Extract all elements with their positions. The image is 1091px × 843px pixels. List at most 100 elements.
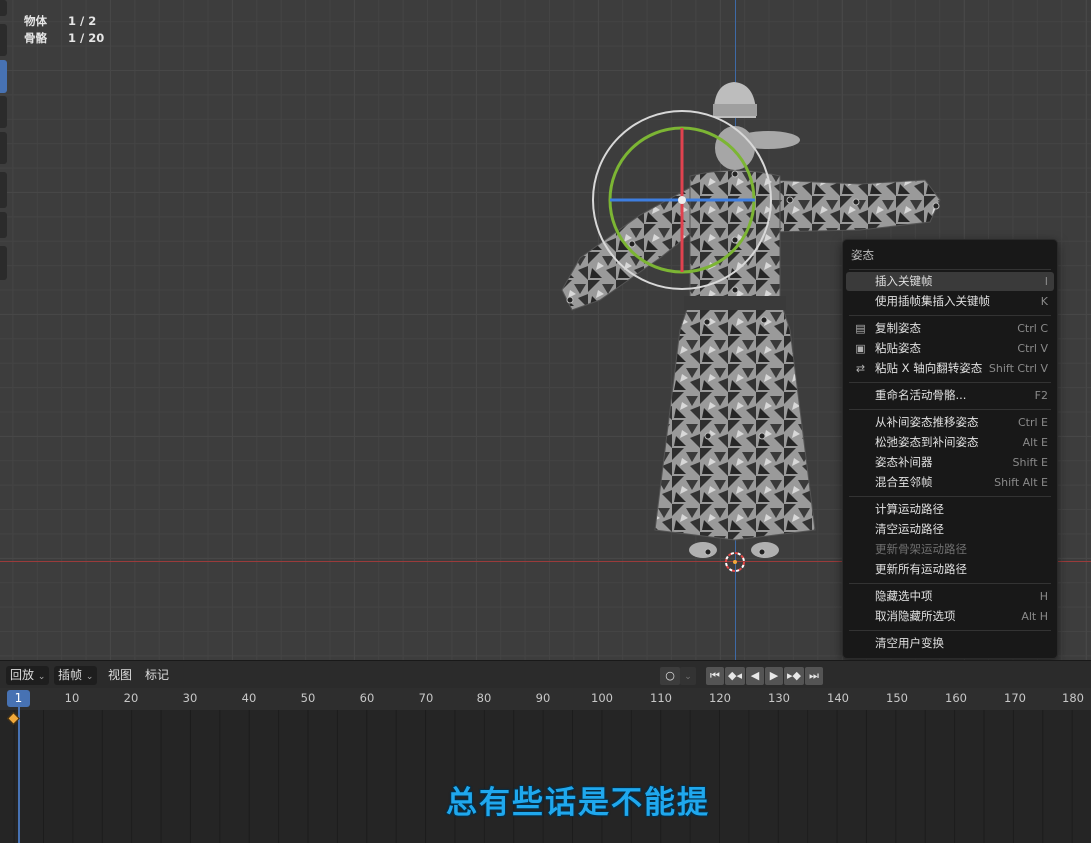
jump-next-keyframe-button[interactable]: ▸◆ bbox=[784, 667, 804, 685]
frame-tick: 50 bbox=[300, 691, 316, 705]
frame-tick: 160 bbox=[945, 691, 967, 705]
frame-tick: 90 bbox=[535, 691, 551, 705]
frame-tick: 140 bbox=[827, 691, 849, 705]
menu-item-label: 粘贴 X 轴向翻转姿态 bbox=[875, 361, 983, 375]
frame-tick: 80 bbox=[476, 691, 492, 705]
menu-item-shortcut: Ctrl E bbox=[1017, 416, 1048, 429]
menu-item-label: 混合至邻帧 bbox=[875, 475, 933, 489]
menu-item-label: 更新所有运动路径 bbox=[875, 562, 967, 576]
menu-separator bbox=[849, 315, 1051, 316]
playback-dropdown[interactable]: 回放 ⌄ bbox=[6, 666, 50, 685]
play-reverse-icon: ◀ bbox=[750, 669, 760, 682]
playback-label: 回放 bbox=[10, 668, 35, 682]
chevron-down-icon: ⌄ bbox=[85, 672, 94, 682]
menu-item-shortcut: Shift Ctrl V bbox=[988, 362, 1048, 375]
menu-item-label: 姿态补间器 bbox=[875, 455, 933, 469]
play-button[interactable]: ▶ bbox=[765, 667, 783, 685]
menu-item-relax-pose[interactable]: 松弛姿态到补间姿态 Alt E bbox=[846, 433, 1054, 452]
menu-item-unhide[interactable]: 取消隐藏所选项 Alt H bbox=[846, 607, 1054, 626]
menu-item-label: 使用插帧集插入关键帧 bbox=[875, 294, 990, 308]
menu-item-shortcut: I bbox=[1044, 275, 1048, 288]
menu-item-blend-neighbour[interactable]: 混合至邻帧 Shift Alt E bbox=[846, 473, 1054, 492]
paste-pose-icon: ▣ bbox=[855, 342, 866, 355]
menu-item-label: 插入关键帧 bbox=[875, 274, 933, 288]
chevron-down-icon: ⌄ bbox=[37, 672, 46, 682]
menu-item-update-armature-paths: 更新骨架运动路径 bbox=[846, 540, 1054, 559]
frame-tick: 10 bbox=[64, 691, 80, 705]
frame-tick: 110 bbox=[650, 691, 672, 705]
prev-keyframe-icon: ◆◂ bbox=[728, 669, 742, 682]
frame-tick: 40 bbox=[241, 691, 257, 705]
current-frame-indicator[interactable]: 1 bbox=[7, 690, 30, 707]
record-icon: ○ bbox=[665, 669, 675, 682]
menu-item-paste-flipped-pose[interactable]: ⇄ 粘贴 X 轴向翻转姿态 Shift Ctrl V bbox=[846, 359, 1054, 378]
menu-item-shortcut: Alt E bbox=[1022, 436, 1048, 449]
copy-pose-icon: ▤ bbox=[855, 322, 866, 335]
menu-item-label: 清空用户变换 bbox=[875, 636, 944, 650]
menu-item-label: 取消隐藏所选项 bbox=[875, 609, 956, 623]
menu-item-push-pose[interactable]: 从补间姿态推移姿态 Ctrl E bbox=[846, 413, 1054, 432]
frame-tick: 70 bbox=[418, 691, 434, 705]
marker-menu[interactable]: 标记 bbox=[145, 666, 169, 685]
menu-separator bbox=[849, 269, 1051, 270]
paste-flipped-icon: ⇄ bbox=[855, 362, 866, 375]
menu-item-shortcut: Ctrl C bbox=[1017, 322, 1048, 335]
3d-viewport[interactable]: 物体 1 / 2 骨骼 1 / 20 姿态 插入关键帧 I 使用插帧集插入关键帧… bbox=[0, 0, 1091, 660]
video-subtitle: 总有些话是不能提 bbox=[446, 785, 710, 821]
frame-tick: 130 bbox=[768, 691, 790, 705]
frame-tick: 170 bbox=[1004, 691, 1026, 705]
menu-item-label: 更新骨架运动路径 bbox=[875, 542, 967, 556]
next-keyframe-icon: ▸◆ bbox=[787, 669, 801, 682]
keying-dropdown[interactable]: 插帧 ⌄ bbox=[54, 666, 98, 685]
menu-item-copy-pose[interactable]: ▤ 复制姿态 Ctrl C bbox=[846, 319, 1054, 338]
menu-item-label: 隐藏选中项 bbox=[875, 589, 933, 603]
menu-item-pose-breakdowner[interactable]: 姿态补间器 Shift E bbox=[846, 453, 1054, 472]
menu-item-clear-motion-paths[interactable]: 清空运动路径 bbox=[846, 520, 1054, 539]
pose-context-menu: 姿态 插入关键帧 I 使用插帧集插入关键帧 K ▤ 复制姿态 Ctrl C ▣ 粘贴姿态 C… bbox=[842, 239, 1058, 659]
play-reverse-button[interactable]: ◀ bbox=[746, 667, 764, 685]
menu-separator bbox=[849, 382, 1051, 383]
menu-item-label: 粘贴姿态 bbox=[875, 341, 921, 355]
menu-item-insert-keyframe-keyingset[interactable]: 使用插帧集插入关键帧 K bbox=[846, 292, 1054, 311]
frame-tick: 100 bbox=[591, 691, 613, 705]
menu-item-label: 从补间姿态推移姿态 bbox=[875, 415, 979, 429]
menu-item-rename-bone[interactable]: 重命名活动骨骼... F2 bbox=[846, 386, 1054, 405]
keying-label: 插帧 bbox=[58, 668, 83, 682]
menu-item-clear-user-transforms[interactable]: 清空用户变换 bbox=[846, 634, 1054, 653]
menu-item-label: 计算运动路径 bbox=[875, 502, 944, 516]
frame-tick: 20 bbox=[123, 691, 139, 705]
frame-tick: 60 bbox=[359, 691, 375, 705]
menu-item-insert-keyframe[interactable]: 插入关键帧 I bbox=[846, 272, 1054, 291]
chevron-down-icon: ⌄ bbox=[684, 672, 692, 682]
keying-options-button[interactable]: ⌄ bbox=[680, 667, 696, 685]
view-menu[interactable]: 视图 bbox=[108, 666, 132, 685]
menu-separator bbox=[849, 630, 1051, 631]
menu-title: 姿态 bbox=[851, 248, 874, 262]
jump-end-icon: ⏭ bbox=[809, 669, 819, 682]
jump-to-end-button[interactable]: ⏭ bbox=[805, 667, 823, 685]
menu-item-label: 重命名活动骨骼... bbox=[875, 388, 967, 402]
play-icon: ▶ bbox=[769, 669, 779, 682]
menu-item-shortcut: K bbox=[1040, 295, 1048, 308]
playhead[interactable] bbox=[18, 706, 20, 843]
auto-key-record-button[interactable]: ○ bbox=[660, 667, 680, 685]
frame-tick: 180 bbox=[1062, 691, 1084, 705]
frame-tick: 150 bbox=[886, 691, 908, 705]
jump-prev-keyframe-button[interactable]: ◆◂ bbox=[725, 667, 745, 685]
menu-item-shortcut: F2 bbox=[1034, 389, 1048, 402]
menu-separator bbox=[849, 409, 1051, 410]
frame-ruler[interactable]: 10 20 30 40 50 60 70 80 90 100 110 120 1… bbox=[0, 688, 1091, 710]
menu-item-calc-motion-paths[interactable]: 计算运动路径 bbox=[846, 500, 1054, 519]
menu-item-shortcut: Shift E bbox=[1012, 456, 1048, 469]
menu-item-paste-pose[interactable]: ▣ 粘贴姿态 Ctrl V bbox=[846, 339, 1054, 358]
menu-item-label: 复制姿态 bbox=[875, 321, 921, 335]
menu-item-update-all-paths[interactable]: 更新所有运动路径 bbox=[846, 560, 1054, 579]
menu-item-hide-selected[interactable]: 隐藏选中项 H bbox=[846, 587, 1054, 606]
menu-item-shortcut: Shift Alt E bbox=[994, 476, 1048, 489]
menu-item-shortcut: H bbox=[1039, 590, 1048, 603]
timeline-header: 回放 ⌄ 插帧 ⌄ 视图 标记 ○ ⌄ ⏮ ◆◂ ◀ ▶ ▸◆ ⏭ bbox=[0, 660, 1091, 689]
jump-start-icon: ⏮ bbox=[710, 669, 720, 682]
frame-tick: 30 bbox=[182, 691, 198, 705]
menu-separator bbox=[849, 583, 1051, 584]
jump-to-start-button[interactable]: ⏮ bbox=[706, 667, 724, 685]
